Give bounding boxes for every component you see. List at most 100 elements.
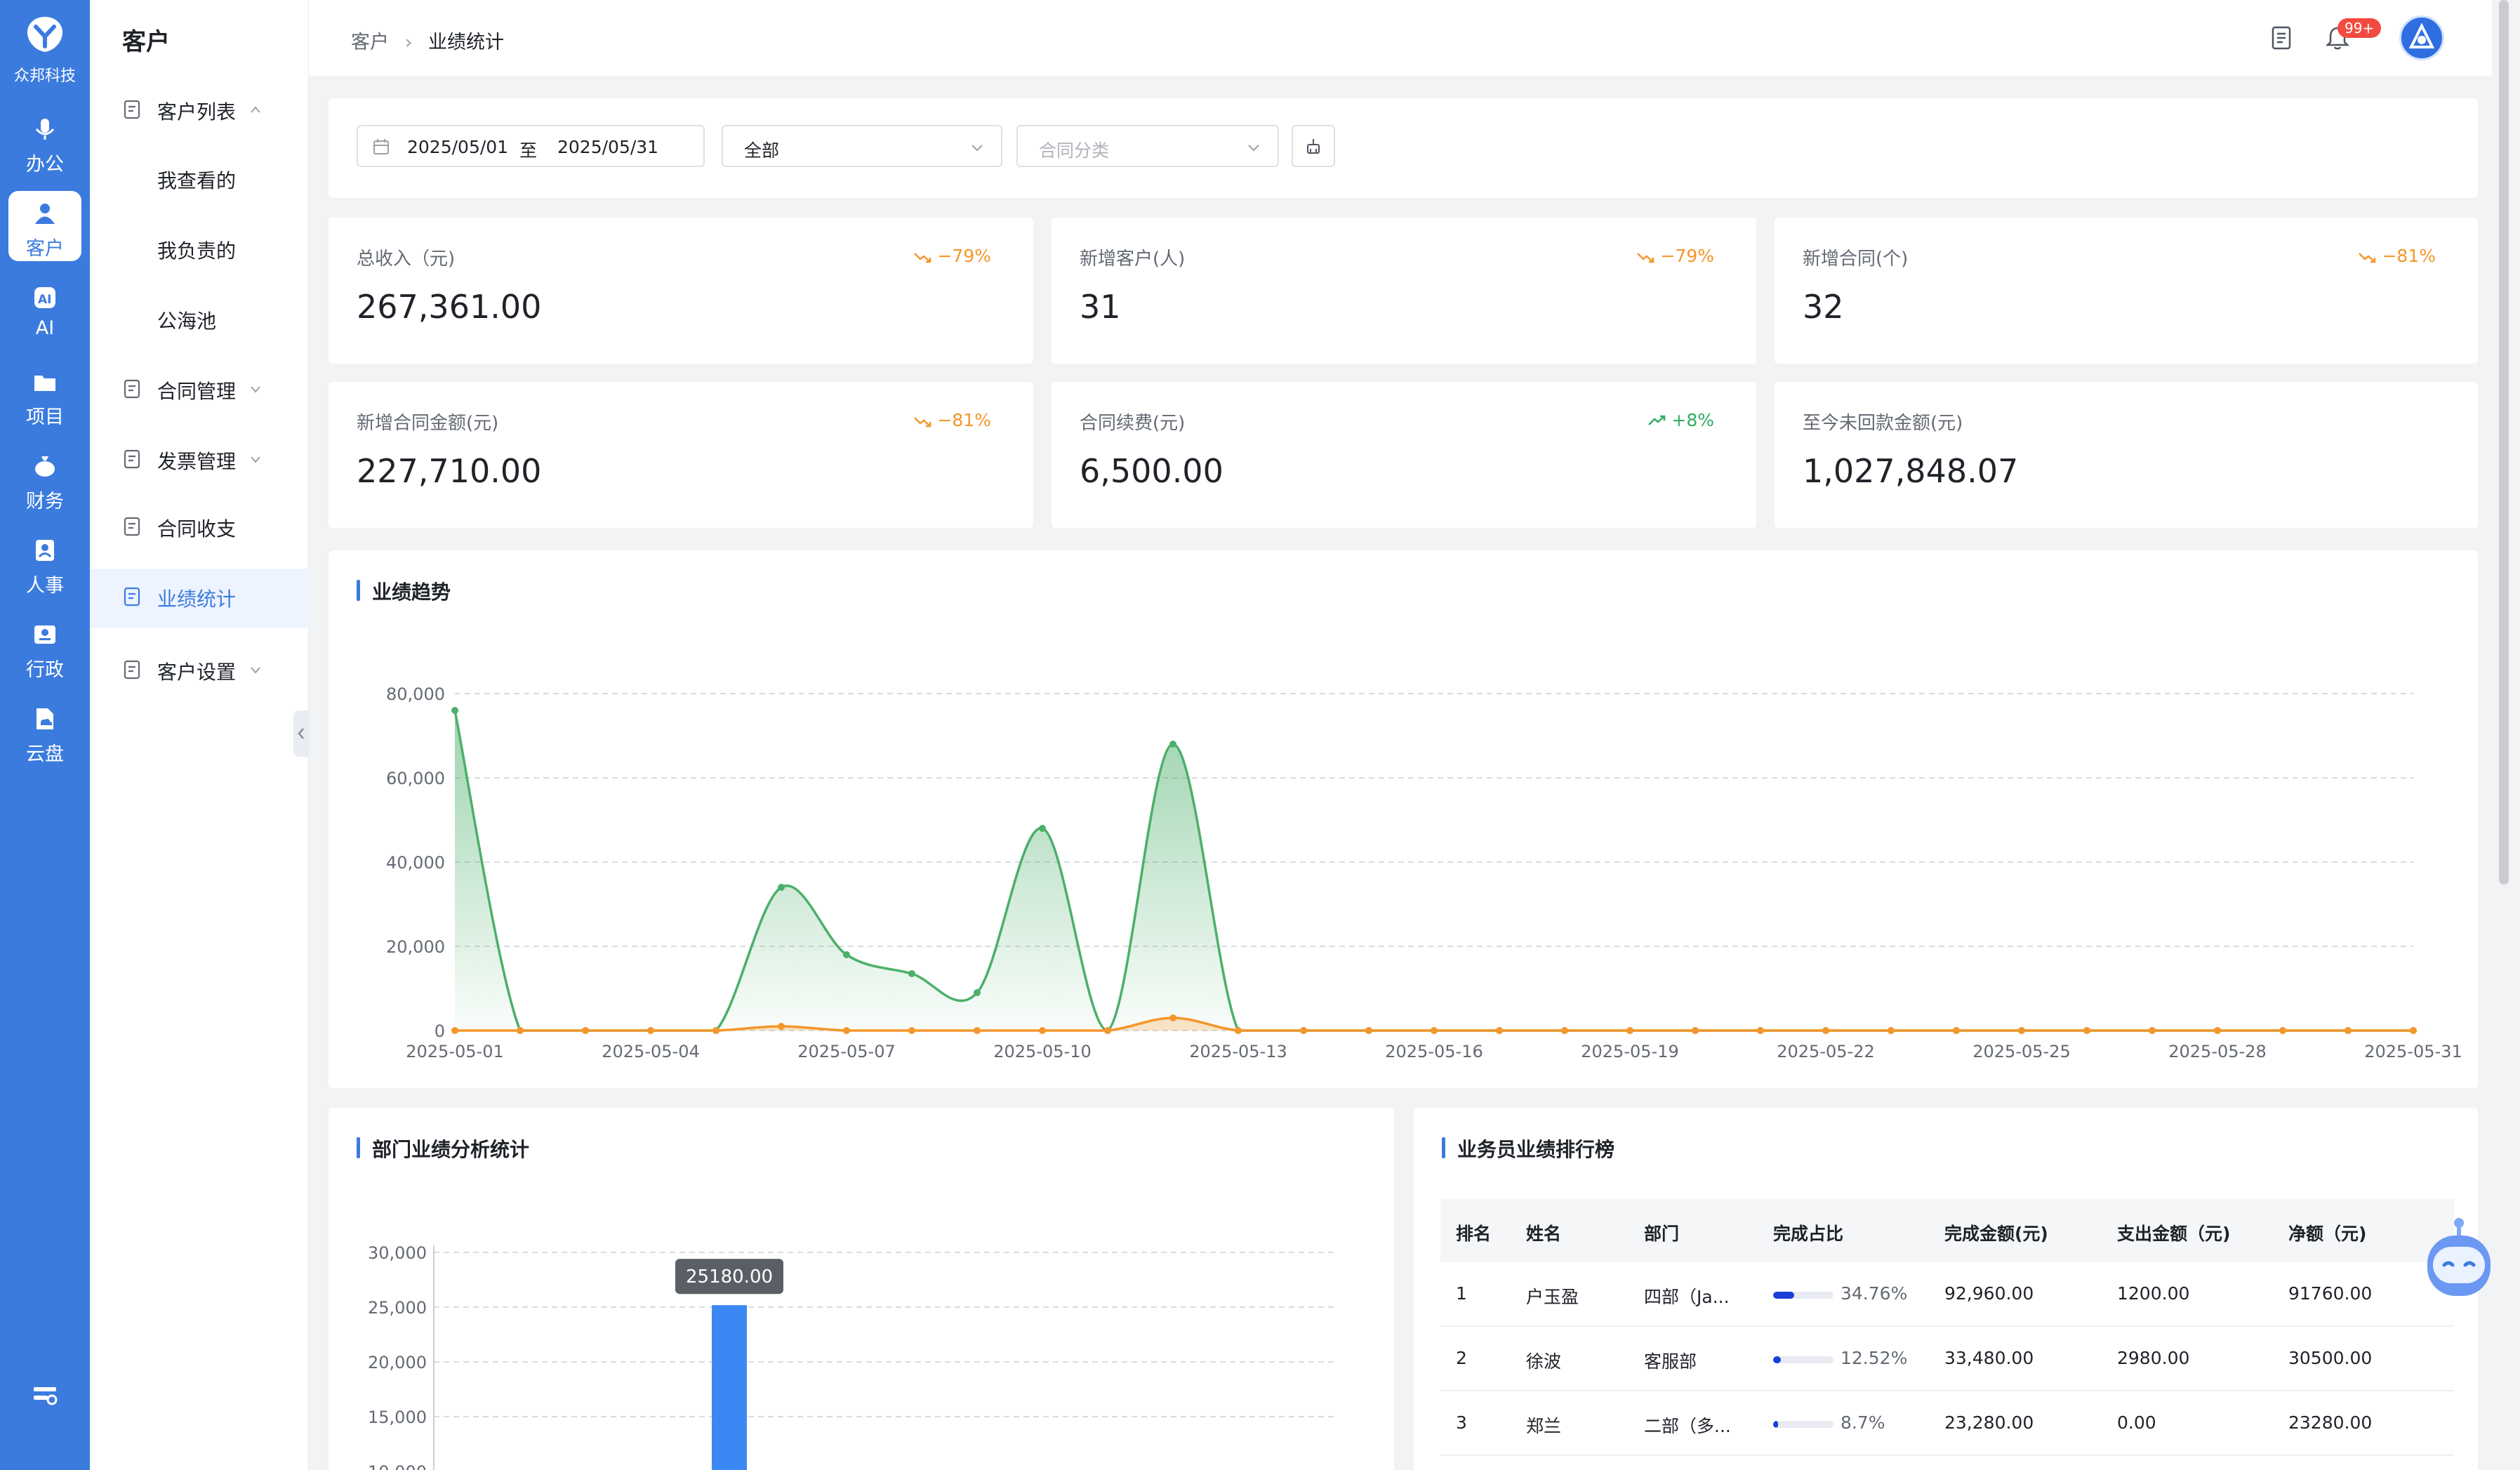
data-point[interactable] xyxy=(1822,1027,1829,1034)
y-tick-label: 20,000 xyxy=(386,937,445,957)
breadcrumb: 客户 › 业绩统计 xyxy=(351,27,504,54)
user-avatar[interactable] xyxy=(2399,15,2444,60)
data-point[interactable] xyxy=(2410,1027,2417,1034)
data-point[interactable] xyxy=(778,884,785,891)
breadcrumb-root[interactable]: 客户 xyxy=(351,32,389,53)
completion-progress-bar xyxy=(1773,1292,1833,1299)
kpi-trend-value: +8% xyxy=(1671,410,1714,430)
rail-item-6[interactable]: 行政 xyxy=(8,612,81,682)
data-point[interactable] xyxy=(582,1027,589,1034)
sidebar-item-label: 公海池 xyxy=(157,310,217,333)
data-point[interactable] xyxy=(1169,1014,1176,1021)
sidebar-item-7[interactable]: 业绩统计 xyxy=(90,569,309,628)
data-point[interactable] xyxy=(2214,1027,2221,1034)
department-bar-chart[interactable]: 10,000 15,000 20,000 25,000 30,000 25180.00 xyxy=(329,1108,1394,1470)
table-row[interactable]: 2 徐波 客服部 12.52% 33,480.00 2980.00 30500.00 xyxy=(1440,1327,2454,1391)
data-point[interactable] xyxy=(1039,1027,1046,1034)
data-point[interactable] xyxy=(712,1027,719,1034)
sidebar-item-6[interactable]: 合同收支 xyxy=(90,498,309,557)
page-scrollbar[interactable] xyxy=(2499,0,2509,885)
data-point[interactable] xyxy=(908,1027,915,1034)
cell-done: 23,280.00 xyxy=(1944,1412,2034,1433)
data-point[interactable] xyxy=(2083,1027,2090,1034)
chevron-down-icon xyxy=(1248,145,1259,152)
rail-item-7[interactable]: 云盘 xyxy=(8,696,81,767)
data-point[interactable] xyxy=(974,989,981,996)
trend-down-icon xyxy=(1637,253,1654,263)
sidebar-item-5[interactable]: 发票管理 xyxy=(90,431,309,490)
scope-select[interactable]: 全部 xyxy=(722,125,1002,167)
data-point[interactable] xyxy=(974,1027,981,1034)
data-point[interactable] xyxy=(517,1027,524,1034)
rail-item-5[interactable]: 人事 xyxy=(8,528,81,598)
data-point[interactable] xyxy=(1169,741,1176,748)
data-point[interactable] xyxy=(1365,1027,1372,1034)
rail-item-1[interactable]: 客户 xyxy=(8,191,81,261)
table-row[interactable]: 3 郑兰 二部（多... 8.7% 23,280.00 0.00 23280.00 xyxy=(1440,1391,2454,1456)
sidebar-item-3[interactable]: 公海池 xyxy=(90,291,309,350)
sidebar-item-2[interactable]: 我负责的 xyxy=(90,220,309,279)
data-point[interactable] xyxy=(2018,1027,2025,1034)
trend-chart[interactable]: 0 20,000 40,000 60,000 80,000 2025-05-01 2025-… xyxy=(329,550,2478,1088)
kpi-value: 32 xyxy=(1803,288,1844,326)
rail-item-0[interactable]: 办公 xyxy=(8,107,81,177)
kpi-trend-value: −81% xyxy=(937,410,991,430)
data-point[interactable] xyxy=(1431,1027,1438,1034)
sidebar-item-4[interactable]: 合同管理 xyxy=(90,361,309,420)
data-point[interactable] xyxy=(1300,1027,1307,1034)
data-point[interactable] xyxy=(1561,1027,1568,1034)
bar-value-label: 25180.00 xyxy=(686,1266,773,1287)
column-header: 排名 xyxy=(1456,1224,1492,1244)
clear-filters-button[interactable] xyxy=(1292,125,1335,167)
table-row[interactable]: 1 户玉盈 四部（Ja... 34.76% 92,960.00 1200.00 91760.… xyxy=(1440,1262,2454,1327)
data-point[interactable] xyxy=(778,1023,785,1030)
sidebar-item-label: 我负责的 xyxy=(157,239,237,263)
rail-item-3[interactable]: 项目 xyxy=(8,359,81,430)
cell-ratio: 12.52% xyxy=(1841,1348,1908,1368)
data-point[interactable] xyxy=(2279,1027,2286,1034)
date-range-picker[interactable]: 2025/05/01 至 2025/05/31 xyxy=(357,125,705,167)
broom-icon xyxy=(1307,139,1320,154)
rail-item-label: AI xyxy=(35,317,55,339)
sidebar-item-8[interactable]: 客户设置 xyxy=(90,642,309,701)
data-point[interactable] xyxy=(647,1027,654,1034)
brand-logo[interactable]: 众邦科技 xyxy=(0,13,90,86)
data-point[interactable] xyxy=(451,1027,458,1034)
data-point[interactable] xyxy=(843,1027,850,1034)
data-point[interactable] xyxy=(1692,1027,1699,1034)
data-point[interactable] xyxy=(1953,1027,1960,1034)
bar[interactable] xyxy=(712,1305,747,1470)
office-mic-icon xyxy=(35,119,55,140)
data-point[interactable] xyxy=(1104,1027,1111,1034)
data-point[interactable] xyxy=(1757,1027,1764,1034)
settings-toggle-icon[interactable] xyxy=(31,1382,59,1410)
completion-progress-bar xyxy=(1773,1421,1833,1428)
data-point[interactable] xyxy=(2345,1027,2352,1034)
document-icon[interactable] xyxy=(2267,24,2295,52)
data-point[interactable] xyxy=(1496,1027,1503,1034)
assistant-robot-icon[interactable] xyxy=(2418,1216,2500,1303)
data-point[interactable] xyxy=(2149,1027,2156,1034)
data-point[interactable] xyxy=(1888,1027,1895,1034)
rail-item-label: 办公 xyxy=(26,154,64,176)
rail-item-2[interactable]: AI AI xyxy=(8,275,81,345)
sidebar-item-1[interactable]: 我查看的 xyxy=(90,150,309,209)
collapse-sidebar-button[interactable] xyxy=(293,710,309,757)
rail-item-label: 项目 xyxy=(26,406,64,428)
data-point[interactable] xyxy=(1235,1027,1242,1034)
data-point[interactable] xyxy=(1039,825,1046,832)
y-tick-label: 30,000 xyxy=(368,1243,427,1263)
data-point[interactable] xyxy=(451,707,458,714)
cell-dept: 四部（Ja... xyxy=(1644,1287,1730,1307)
data-point[interactable] xyxy=(843,951,850,958)
rail-item-4[interactable]: 财务 xyxy=(8,444,81,514)
x-tick-label: 2025-05-31 xyxy=(2364,1042,2462,1061)
data-point[interactable] xyxy=(908,970,915,977)
kpi-value: 267,361.00 xyxy=(357,288,542,326)
sub-sidebar: 客户 客户列表 我查看的 我负责的 公海池 合同管理 发票管理 合同收支 业绩统计 客户设置 xyxy=(90,0,309,1470)
kpi-trend: −81% xyxy=(2358,246,2436,266)
data-point[interactable] xyxy=(1626,1027,1633,1034)
kpi-value: 6,500.00 xyxy=(1080,452,1223,490)
sidebar-item-0[interactable]: 客户列表 xyxy=(90,81,309,140)
contract-type-select[interactable]: 合同分类 xyxy=(1016,125,1279,167)
